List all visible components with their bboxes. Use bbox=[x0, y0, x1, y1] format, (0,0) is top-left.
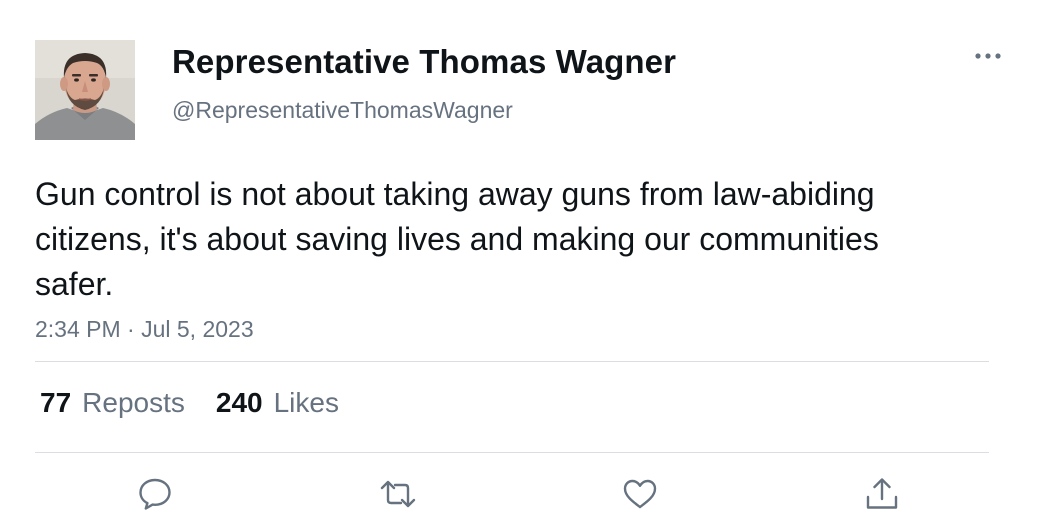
heart-icon bbox=[623, 479, 657, 509]
share-icon bbox=[866, 478, 898, 509]
reposts-count: 77 bbox=[40, 387, 72, 418]
likes-stat[interactable]: 240 Likes bbox=[216, 387, 339, 419]
share-button[interactable] bbox=[862, 474, 902, 514]
repost-button[interactable] bbox=[378, 474, 418, 514]
tweet-timestamp[interactable]: 2:34 PM · Jul 5, 2023 bbox=[35, 316, 254, 343]
reposts-stat[interactable]: 77 Reposts bbox=[40, 387, 185, 419]
tweet-text: Gun control is not about taking away gun… bbox=[35, 176, 879, 302]
likes-count: 240 bbox=[215, 387, 263, 418]
divider bbox=[35, 452, 989, 453]
avatar[interactable] bbox=[35, 40, 135, 140]
likes-label: Likes bbox=[273, 387, 339, 418]
author-handle[interactable]: @RepresentativeThomasWagner bbox=[172, 97, 513, 124]
engagement-stats: 77 Reposts 240 Likes bbox=[40, 387, 339, 419]
more-horizontal-icon bbox=[975, 53, 1001, 59]
more-options-button[interactable] bbox=[966, 42, 1010, 70]
reposts-label: Reposts bbox=[82, 387, 185, 418]
repost-icon bbox=[380, 480, 416, 508]
author-display-name[interactable]: Representative Thomas Wagner bbox=[172, 43, 676, 81]
reply-button[interactable] bbox=[135, 474, 175, 514]
tweet-card: Representative Thomas Wagner @Representa… bbox=[0, 0, 1050, 525]
profile-photo bbox=[35, 40, 135, 140]
divider bbox=[35, 361, 989, 362]
reply-icon bbox=[139, 478, 171, 510]
like-button[interactable] bbox=[620, 474, 660, 514]
